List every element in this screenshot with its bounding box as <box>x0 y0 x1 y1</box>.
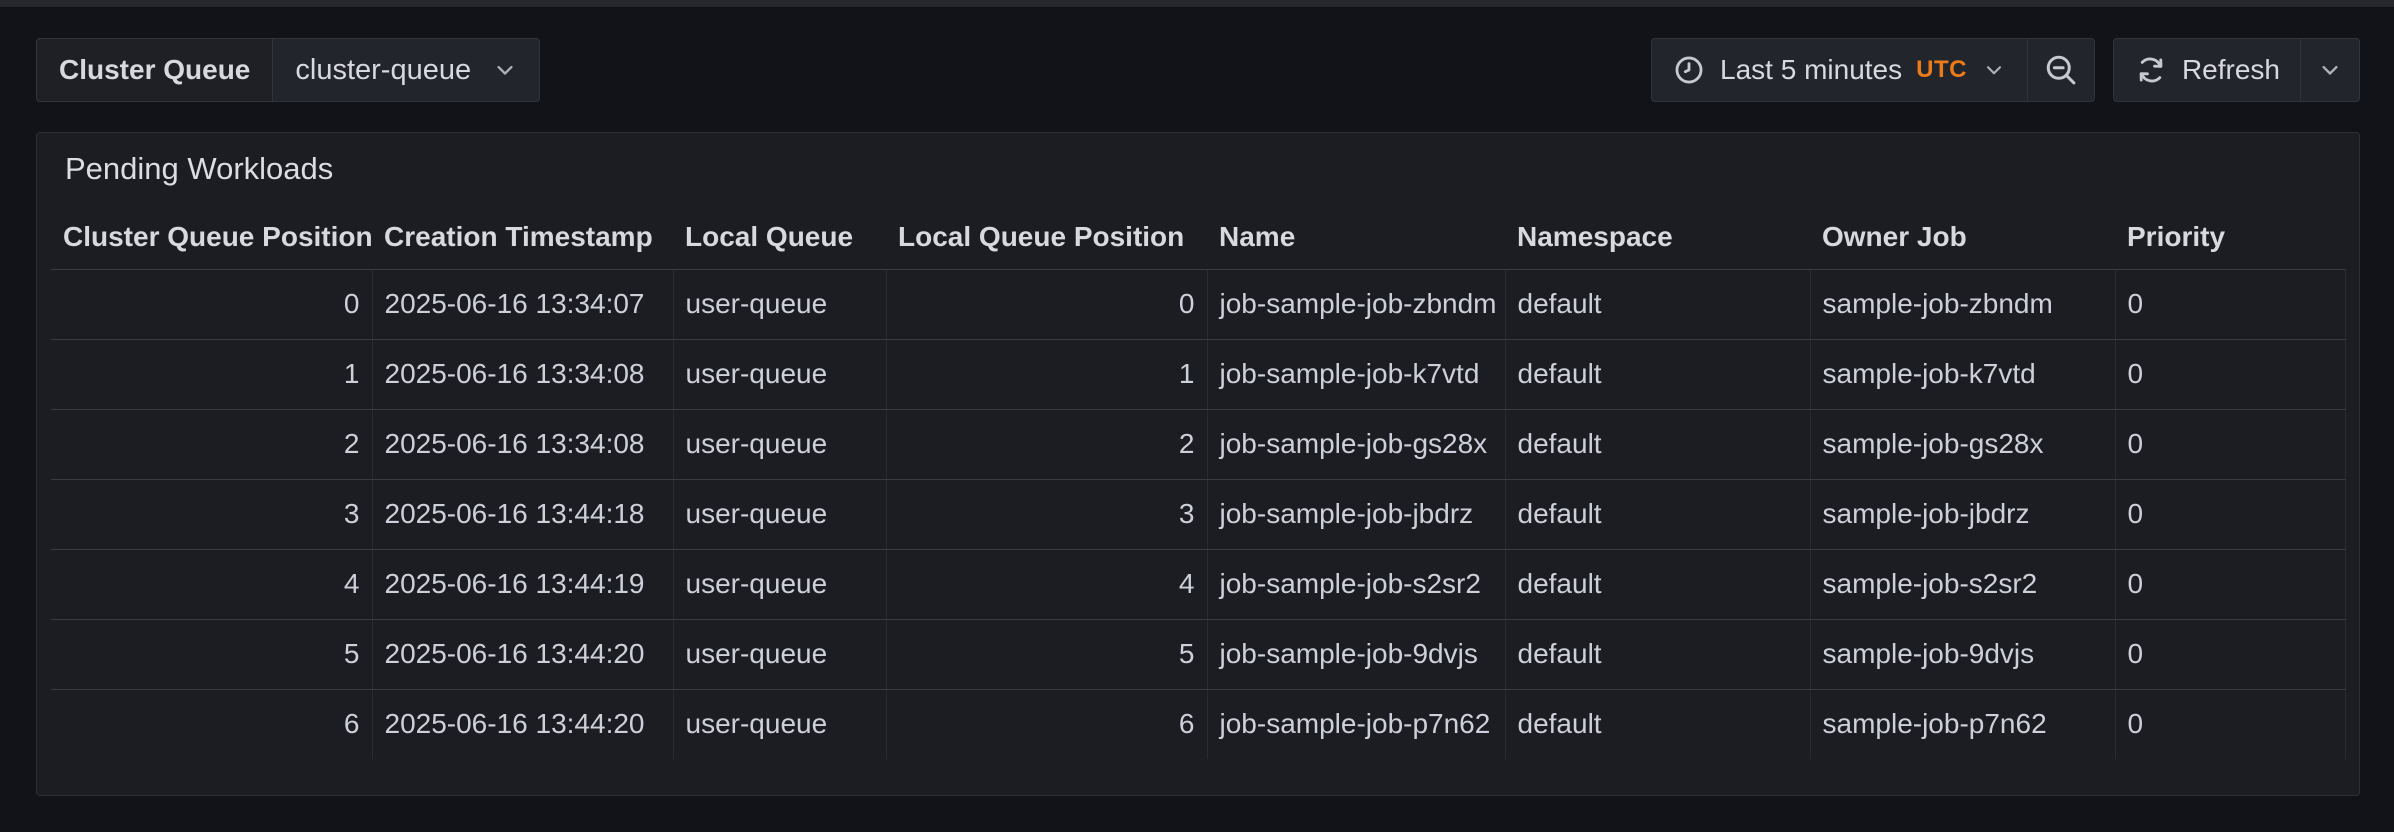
table-cell: user-queue <box>673 479 886 549</box>
table-cell: 0 <box>2115 619 2345 689</box>
table-cell: sample-job-k7vtd <box>1810 339 2115 409</box>
table-cell: sample-job-jbdrz <box>1810 479 2115 549</box>
table-cell: user-queue <box>673 619 886 689</box>
table-cell: 2 <box>51 409 372 479</box>
variable-value: cluster-queue <box>295 54 471 87</box>
table-cell: 1 <box>886 339 1207 409</box>
table-cell: 2025-06-16 13:44:19 <box>372 549 673 619</box>
table-cell: sample-job-9dvjs <box>1810 619 2115 689</box>
chevron-down-icon <box>2316 56 2344 84</box>
toolbar-right-controls: Last 5 minutes UTC Refresh <box>1651 38 2360 102</box>
column-header[interactable]: Namespace <box>1505 205 1810 269</box>
table-cell: user-queue <box>673 549 886 619</box>
table-cell: 0 <box>2115 409 2345 479</box>
table-cell: 3 <box>51 479 372 549</box>
column-header[interactable]: Cluster Queue Position <box>51 205 372 269</box>
table-cell: sample-job-gs28x <box>1810 409 2115 479</box>
table-row: 62025-06-16 13:44:20user-queue6job-sampl… <box>51 689 2345 759</box>
column-header[interactable]: Owner Job <box>1810 205 2115 269</box>
time-range-button[interactable]: Last 5 minutes UTC <box>1652 39 2027 101</box>
table-cell: 2025-06-16 13:44:20 <box>372 689 673 759</box>
table-cell: 0 <box>2115 689 2345 759</box>
table-cell: user-queue <box>673 339 886 409</box>
timezone-badge: UTC <box>1916 56 1967 84</box>
sync-icon <box>2134 53 2168 87</box>
table-cell: 0 <box>886 269 1207 339</box>
table-cell: job-sample-job-zbndm <box>1207 269 1505 339</box>
table-container: Cluster Queue PositionCreation Timestamp… <box>37 205 2359 759</box>
table-cell: user-queue <box>673 409 886 479</box>
table-cell: 4 <box>51 549 372 619</box>
table-cell: 6 <box>886 689 1207 759</box>
table-cell: job-sample-job-p7n62 <box>1207 689 1505 759</box>
dashboard-toolbar: Cluster Queue cluster-queue Last 5 minut… <box>36 38 2360 102</box>
table-cell: 2025-06-16 13:34:08 <box>372 339 673 409</box>
table-cell: 6 <box>51 689 372 759</box>
panel-title[interactable]: Pending Workloads <box>37 133 2359 205</box>
table-row: 02025-06-16 13:34:07user-queue0job-sampl… <box>51 269 2345 339</box>
chevron-down-icon <box>491 56 519 84</box>
refresh-group: Refresh <box>2113 38 2360 102</box>
table-cell: default <box>1505 479 1810 549</box>
time-range-label: Last 5 minutes <box>1720 54 1902 86</box>
table-cell: sample-job-s2sr2 <box>1810 549 2115 619</box>
table-cell: 2025-06-16 13:34:07 <box>372 269 673 339</box>
column-header[interactable]: Priority <box>2115 205 2345 269</box>
table-row: 42025-06-16 13:44:19user-queue4job-sampl… <box>51 549 2345 619</box>
column-header[interactable]: Name <box>1207 205 1505 269</box>
table-cell: user-queue <box>673 269 886 339</box>
table-cell: 0 <box>51 269 372 339</box>
refresh-label: Refresh <box>2182 54 2280 86</box>
magnifier-minus-icon <box>2043 52 2079 88</box>
refresh-interval-dropdown[interactable] <box>2300 39 2359 101</box>
table-cell: 5 <box>51 619 372 689</box>
table-cell: default <box>1505 409 1810 479</box>
refresh-button[interactable]: Refresh <box>2114 39 2300 101</box>
table-cell: job-sample-job-gs28x <box>1207 409 1505 479</box>
variable-selector: Cluster Queue cluster-queue <box>36 38 540 102</box>
window-top-edge <box>0 0 2394 7</box>
table-cell: default <box>1505 689 1810 759</box>
column-header[interactable]: Creation Timestamp <box>372 205 673 269</box>
table-cell: default <box>1505 549 1810 619</box>
column-header[interactable]: Local Queue Position <box>886 205 1207 269</box>
table-cell: 0 <box>2115 339 2345 409</box>
table-cell: sample-job-zbndm <box>1810 269 2115 339</box>
table-header-row: Cluster Queue PositionCreation Timestamp… <box>51 205 2345 269</box>
table-cell: job-sample-job-jbdrz <box>1207 479 1505 549</box>
time-picker-group: Last 5 minutes UTC <box>1651 38 2095 102</box>
table-row: 52025-06-16 13:44:20user-queue5job-sampl… <box>51 619 2345 689</box>
variable-label: Cluster Queue <box>37 39 273 101</box>
table-cell: 0 <box>2115 479 2345 549</box>
table-cell: job-sample-job-9dvjs <box>1207 619 1505 689</box>
table-cell: 2 <box>886 409 1207 479</box>
table-cell: 3 <box>886 479 1207 549</box>
table-cell: default <box>1505 339 1810 409</box>
variable-value-dropdown[interactable]: cluster-queue <box>273 39 539 101</box>
table-cell: default <box>1505 619 1810 689</box>
pending-workloads-table: Cluster Queue PositionCreation Timestamp… <box>51 205 2346 759</box>
table-row: 32025-06-16 13:44:18user-queue3job-sampl… <box>51 479 2345 549</box>
table-cell: 0 <box>2115 549 2345 619</box>
pending-workloads-panel: Pending Workloads Cluster Queue Position… <box>36 132 2360 796</box>
table-cell: 4 <box>886 549 1207 619</box>
table-cell: 2025-06-16 13:34:08 <box>372 409 673 479</box>
table-row: 22025-06-16 13:34:08user-queue2job-sampl… <box>51 409 2345 479</box>
table-cell: user-queue <box>673 689 886 759</box>
table-cell: sample-job-p7n62 <box>1810 689 2115 759</box>
table-cell: default <box>1505 269 1810 339</box>
table-cell: job-sample-job-k7vtd <box>1207 339 1505 409</box>
table-cell: 5 <box>886 619 1207 689</box>
table-cell: 2025-06-16 13:44:20 <box>372 619 673 689</box>
chevron-down-icon <box>1981 57 2007 83</box>
table-cell: 0 <box>2115 269 2345 339</box>
table-cell: job-sample-job-s2sr2 <box>1207 549 1505 619</box>
clock-icon <box>1672 53 1706 87</box>
table-row: 12025-06-16 13:34:08user-queue1job-sampl… <box>51 339 2345 409</box>
zoom-out-button[interactable] <box>2027 39 2094 101</box>
table-cell: 1 <box>51 339 372 409</box>
column-header[interactable]: Local Queue <box>673 205 886 269</box>
table-cell: 2025-06-16 13:44:18 <box>372 479 673 549</box>
